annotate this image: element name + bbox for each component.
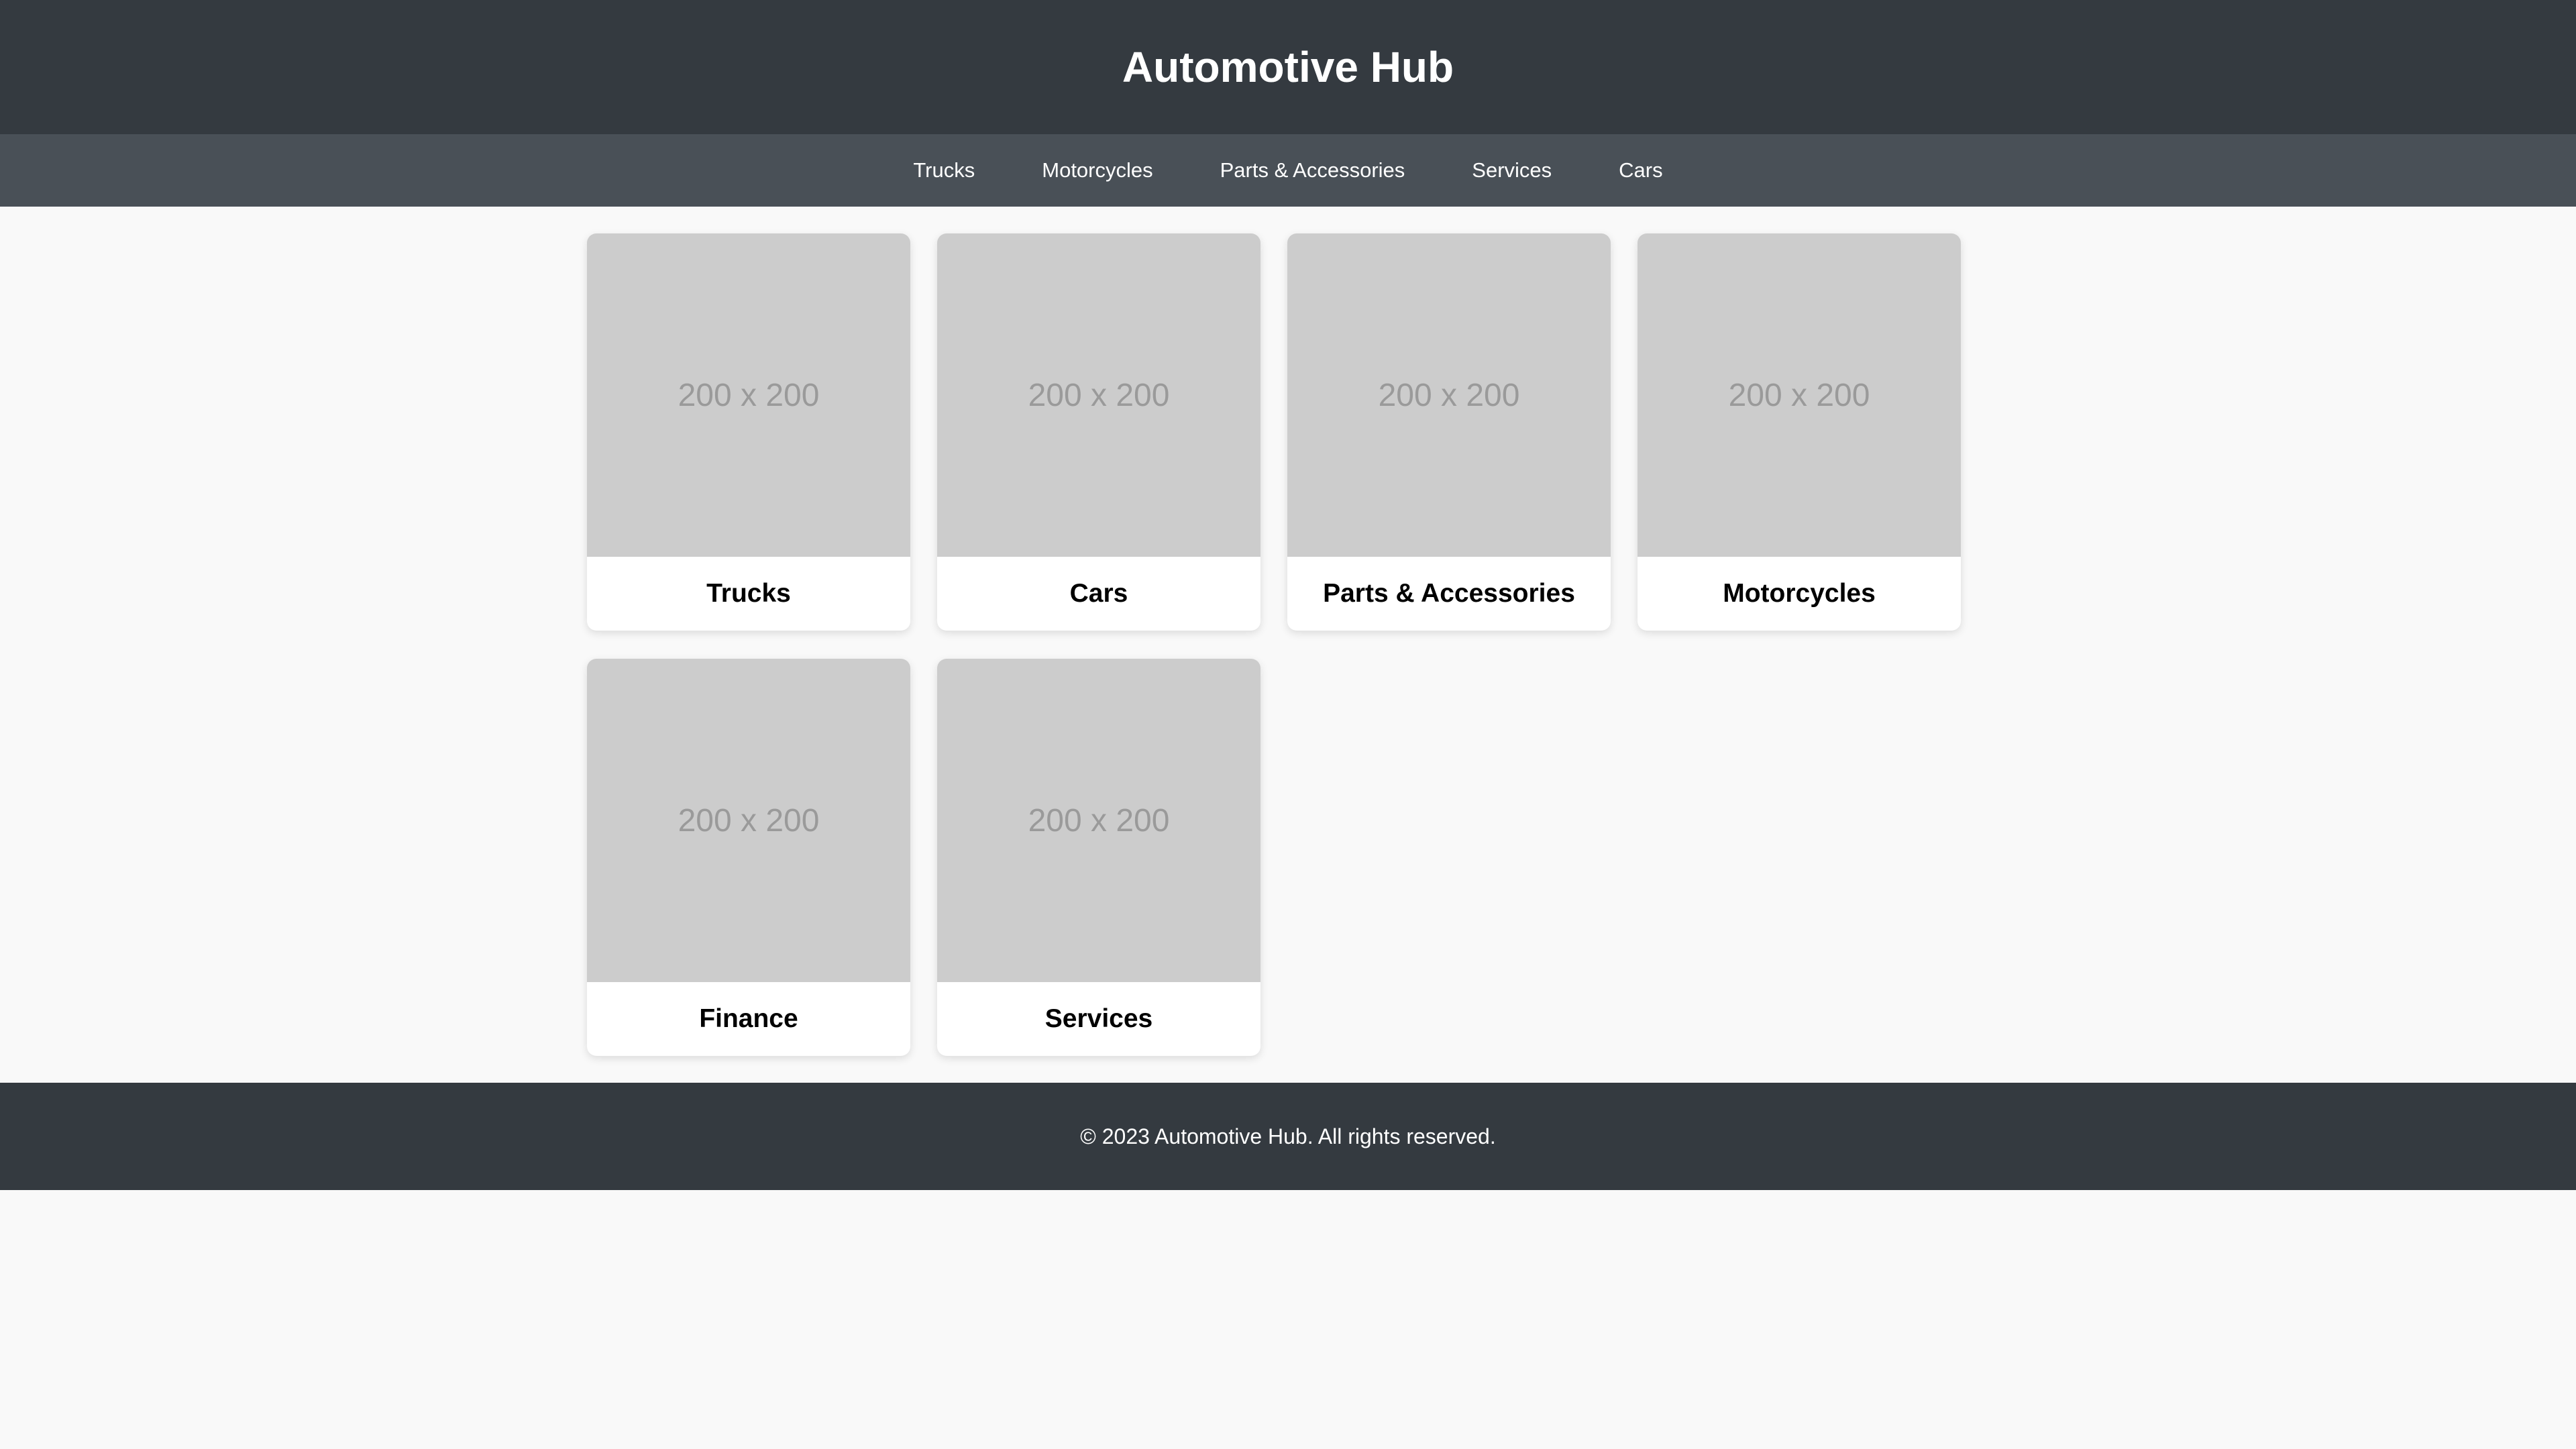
card-image-placeholder: 200 x 200	[1287, 233, 1611, 557]
category-card-trucks[interactable]: 200 x 200 Trucks	[587, 233, 910, 631]
card-image-placeholder: 200 x 200	[937, 659, 1260, 982]
card-image-placeholder: 200 x 200	[587, 659, 910, 982]
nav-item-parts-accessories[interactable]: Parts & Accessories	[1187, 134, 1439, 207]
category-card-motorcycles[interactable]: 200 x 200 Motorcycles	[1638, 233, 1961, 631]
card-image-placeholder: 200 x 200	[1638, 233, 1961, 557]
site-header: Automotive Hub	[0, 0, 2576, 134]
copyright-text: © 2023 Automotive Hub. All rights reserv…	[1080, 1124, 1496, 1148]
card-image-placeholder: 200 x 200	[937, 233, 1260, 557]
main-nav: Trucks Motorcycles Parts & Accessories S…	[0, 134, 2576, 207]
card-title: Finance	[699, 1004, 798, 1033]
nav-item-services[interactable]: Services	[1438, 134, 1585, 207]
card-title: Parts & Accessories	[1323, 579, 1575, 608]
category-grid: 200 x 200 Trucks 200 x 200 Cars 200 x 20…	[587, 207, 1989, 1083]
category-card-finance[interactable]: 200 x 200 Finance	[587, 659, 910, 1056]
category-card-cars[interactable]: 200 x 200 Cars	[937, 233, 1260, 631]
nav-item-motorcycles[interactable]: Motorcycles	[1008, 134, 1186, 207]
nav-item-trucks[interactable]: Trucks	[879, 134, 1008, 207]
card-title: Motorcycles	[1723, 579, 1876, 608]
site-footer: © 2023 Automotive Hub. All rights reserv…	[0, 1083, 2576, 1190]
card-image-placeholder: 200 x 200	[587, 233, 910, 557]
category-card-services[interactable]: 200 x 200 Services	[937, 659, 1260, 1056]
nav-item-cars[interactable]: Cars	[1585, 134, 1696, 207]
card-title: Trucks	[706, 579, 791, 608]
category-card-parts-accessories[interactable]: 200 x 200 Parts & Accessories	[1287, 233, 1611, 631]
site-title: Automotive Hub	[1122, 43, 1454, 91]
card-title: Cars	[1069, 579, 1128, 608]
card-title: Services	[1044, 1004, 1153, 1033]
